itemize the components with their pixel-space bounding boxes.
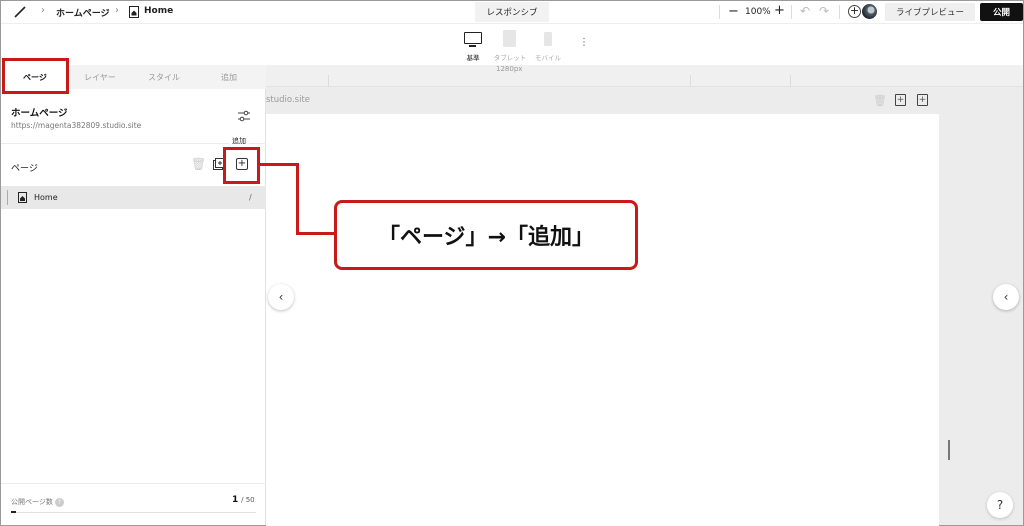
help-icon[interactable]: ? — [54, 498, 64, 507]
trash-icon[interactable]: 🗑 — [873, 94, 887, 107]
device-label: モバイル — [535, 54, 561, 62]
pencil-icon[interactable] — [13, 5, 27, 19]
published-pages-text: 公開ページ数 — [11, 498, 53, 506]
annotation-connector — [296, 163, 299, 235]
more-vertical-icon[interactable]: ⋮ — [579, 37, 589, 48]
published-pages-fill — [11, 511, 16, 513]
published-pages-label: 公開ページ数? — [11, 497, 64, 507]
annotation-connector — [296, 232, 336, 235]
page-list-item[interactable]: Home / — [1, 186, 266, 209]
tablet-icon — [503, 30, 516, 47]
responsive-tab[interactable]: レスポンシブ — [475, 2, 549, 22]
divider — [1, 483, 266, 484]
zoom-level: 100% — [745, 7, 771, 17]
published-count-current: 1 — [232, 495, 239, 505]
breadcrumb-page[interactable]: Home — [144, 6, 173, 16]
tab-add[interactable]: 追加 — [221, 72, 237, 83]
breadcrumb-chevron-icon: › — [115, 5, 119, 16]
ruler-width-label: 1280px — [496, 65, 523, 73]
divider — [791, 5, 792, 19]
zoom-out-button[interactable]: − — [728, 4, 739, 19]
published-pages-track — [11, 512, 256, 513]
device-bar: 基準 タブレット モバイル ⋮ — [1, 23, 1023, 65]
live-preview-button[interactable]: ライブプレビュー — [885, 3, 975, 21]
page-home-icon — [129, 6, 139, 18]
trash-icon[interactable]: 🗑 — [191, 157, 206, 171]
device-label: 基準 — [466, 54, 480, 62]
divider — [719, 5, 720, 19]
canvas-page[interactable] — [266, 114, 939, 526]
scroll-handle[interactable] — [948, 440, 950, 460]
breadcrumb-chevron-icon: › — [41, 5, 45, 16]
pages-section-title: ページ — [11, 164, 38, 174]
publish-button[interactable]: 公開 — [980, 3, 1023, 21]
device-label: タブレット — [493, 54, 527, 62]
tab-layers[interactable]: レイヤー — [84, 72, 116, 83]
device-desktop[interactable]: 基準 — [456, 30, 490, 62]
device-tablet[interactable]: タブレット — [493, 30, 527, 62]
published-pages-count: 1 / 50 — [232, 495, 255, 505]
breadcrumb-root[interactable]: ホームページ — [56, 6, 110, 19]
left-panel: ページ レイヤー スタイル 追加 ホームページ https://magenta3… — [1, 65, 266, 525]
annotation-callout: 「ページ」→「追加」 — [334, 200, 638, 270]
help-button[interactable]: ? — [987, 492, 1013, 518]
highlight-add-button — [223, 147, 260, 184]
mobile-icon — [544, 32, 552, 46]
add-icon[interactable]: + — [917, 94, 928, 106]
site-title: ホームページ — [11, 108, 68, 119]
page-home-icon — [18, 192, 27, 203]
ruler-tick — [328, 75, 329, 87]
page-name: Home — [34, 193, 58, 202]
site-url[interactable]: https://magenta382809.studio.site — [11, 121, 141, 130]
collapse-right-panel-button[interactable]: ‹ — [993, 284, 1019, 310]
settings-sliders-icon[interactable] — [237, 110, 251, 122]
canvas-url-ghost: studio.site — [266, 95, 311, 105]
ruler-tick — [790, 75, 791, 87]
divider — [1, 143, 266, 144]
tab-styles[interactable]: スタイル — [148, 72, 180, 83]
add-tooltip: 追加 — [229, 135, 249, 147]
ruler-tick — [690, 75, 691, 87]
page-path: / — [249, 193, 252, 202]
published-count-max: / 50 — [241, 496, 255, 504]
undo-icon[interactable]: ↶ — [800, 4, 810, 18]
annotation-connector — [260, 163, 299, 166]
highlight-pages-tab — [2, 58, 69, 94]
zoom-in-button[interactable]: + — [774, 3, 785, 18]
avatar[interactable] — [862, 4, 877, 19]
device-mobile[interactable]: モバイル — [531, 30, 565, 62]
invite-add-icon[interactable]: + — [848, 5, 861, 18]
duplicate-icon[interactable]: + — [895, 94, 906, 106]
top-bar: › ホームページ › Home レスポンシブ − 100% + ↶ ↷ + ライ… — [1, 1, 1023, 23]
divider — [839, 5, 840, 19]
tree-line — [7, 190, 8, 205]
redo-icon[interactable]: ↷ — [819, 4, 829, 18]
collapse-left-panel-button[interactable]: ‹ — [268, 284, 294, 310]
desktop-icon — [464, 32, 482, 47]
ruler: 1280px — [266, 65, 1023, 87]
